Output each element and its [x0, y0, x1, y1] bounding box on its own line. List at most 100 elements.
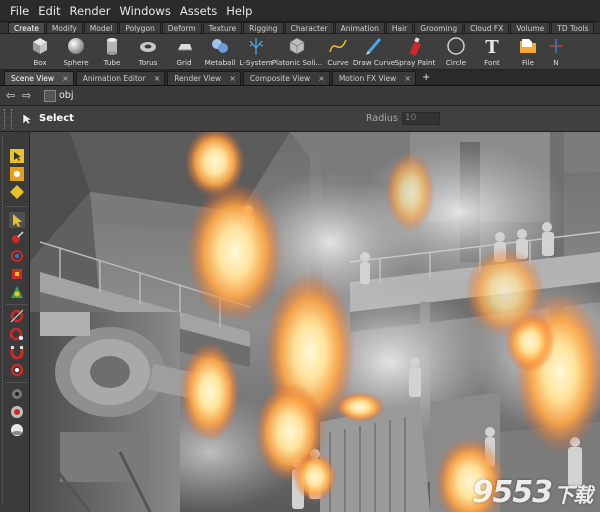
transform-handle-icon[interactable] — [9, 284, 25, 300]
snap-point-icon[interactable] — [9, 326, 25, 342]
snap-grid-icon[interactable] — [9, 308, 25, 324]
path-bar: ⇦ ⇨ obj — [0, 86, 600, 106]
box-icon — [33, 38, 47, 54]
tool-metaball[interactable]: Metaball — [202, 34, 238, 70]
translate-handle-icon[interactable] — [9, 230, 25, 246]
tool-label: File — [521, 58, 535, 67]
radius-label: Radius — [366, 113, 398, 124]
toolbar-grip[interactable] — [4, 108, 12, 129]
move-mode-icon[interactable] — [9, 166, 25, 182]
arrow-cursor-icon — [22, 113, 33, 125]
tool-torus[interactable]: Torus — [130, 34, 166, 70]
toolbar-divider — [5, 382, 27, 383]
scene-viewport[interactable]: 9553 下载 — [30, 132, 600, 512]
back-arrow-icon[interactable]: ⇦ — [6, 89, 18, 102]
shelf-tab-td-tools[interactable]: TD Tools — [551, 22, 595, 33]
tool-grid[interactable]: Grid — [166, 34, 202, 70]
shelf-tab-create[interactable]: Create — [8, 22, 45, 33]
toolbar-divider — [5, 304, 27, 305]
tool-font[interactable]: T Font — [474, 34, 510, 70]
shelf-tab-bar: Create Modify Model Polygon Deform Textu… — [0, 22, 600, 34]
menu-file[interactable]: File — [10, 4, 29, 18]
tool-platonic-solids[interactable]: Platonic Soli... — [271, 34, 323, 70]
tool-label: Platonic Soli... — [271, 58, 323, 67]
scale-handle-icon[interactable] — [9, 266, 25, 282]
font-icon: T — [485, 37, 499, 57]
tool-tube[interactable]: Tube — [94, 34, 130, 70]
shelf-tab-cloud-fx[interactable]: Cloud FX — [464, 22, 510, 33]
close-icon[interactable]: × — [404, 74, 411, 83]
shelf-tab-grooming[interactable]: Grooming — [414, 22, 464, 33]
pose-mode-icon[interactable] — [9, 184, 25, 200]
watermark-logo: 9553 下载 — [473, 475, 594, 510]
sphere-icon — [68, 38, 84, 54]
tab-animation-editor[interactable]: Animation Editor × — [75, 71, 166, 85]
close-icon[interactable]: × — [154, 74, 161, 83]
shelf-tab-modify[interactable]: Modify — [45, 22, 83, 33]
tool-label: N — [553, 58, 559, 67]
tool-l-system[interactable]: L-System — [238, 34, 274, 70]
menu-render[interactable]: Render — [70, 4, 111, 18]
tool-label: Spray Paint — [394, 58, 436, 67]
network-icon — [44, 89, 56, 102]
shelf-tab-volume[interactable]: Volume — [510, 22, 551, 33]
tool-box[interactable]: Box — [22, 34, 58, 70]
tool-circle[interactable]: Circle — [438, 34, 474, 70]
light-icon[interactable] — [9, 404, 25, 420]
shelf-tab-model[interactable]: Model — [83, 22, 119, 33]
tool-spray-paint[interactable]: Spray Paint — [392, 34, 438, 70]
close-icon[interactable]: × — [318, 74, 325, 83]
left-toolbar — [0, 132, 30, 512]
menu-assets[interactable]: Assets — [180, 4, 217, 18]
tab-scene-view[interactable]: Scene View × — [4, 71, 74, 85]
tool-label: L-System — [239, 58, 273, 67]
close-icon[interactable]: × — [229, 74, 236, 83]
radius-field[interactable]: 10 — [401, 112, 440, 125]
toolbar-divider — [5, 206, 27, 207]
tool-label: Draw Curve — [352, 58, 396, 67]
tool-curve[interactable]: Curve — [320, 34, 356, 70]
shelf-tab-animation[interactable]: Animation — [334, 22, 385, 33]
tab-motion-fx-view[interactable]: Motion FX View × — [331, 71, 416, 85]
shelf-tab-texture[interactable]: Texture — [202, 22, 243, 33]
tool-label: Torus — [138, 58, 158, 67]
menu-help[interactable]: Help — [226, 4, 252, 18]
camera-icon[interactable] — [9, 386, 25, 402]
tool-draw-curve[interactable]: Draw Curve — [352, 34, 396, 70]
radius-control: Radius 10 — [366, 112, 440, 125]
menu-edit[interactable]: Edit — [38, 4, 60, 18]
tab-label: Scene View — [11, 74, 55, 83]
add-pane-tab-button[interactable]: + — [422, 71, 430, 85]
select-arrow-icon[interactable] — [9, 212, 25, 228]
lsystem-icon — [249, 38, 264, 55]
menu-bar: File Edit Render Windows Assets Help — [0, 0, 600, 22]
spray-paint-icon — [409, 37, 421, 56]
shelf-tab-character[interactable]: Character — [284, 22, 334, 33]
magnet-icon[interactable] — [9, 344, 25, 360]
shelf-tab-deform[interactable]: Deform — [161, 22, 202, 33]
render-sphere-icon[interactable] — [9, 422, 25, 438]
snap-curve-icon[interactable] — [9, 362, 25, 378]
tab-render-view[interactable]: Render View × — [167, 71, 241, 85]
tool-null[interactable]: N — [546, 34, 566, 70]
menu-windows[interactable]: Windows — [119, 4, 170, 18]
shelf-tab-polygon[interactable]: Polygon — [119, 22, 161, 33]
torus-icon — [140, 42, 156, 52]
shelf-tab-hair[interactable]: Hair — [385, 22, 414, 33]
tab-composite-view[interactable]: Composite View × — [242, 71, 330, 85]
shelf-tab-rigging[interactable]: Rigging — [243, 22, 284, 33]
curve-icon — [329, 39, 347, 53]
tool-sphere[interactable]: Sphere — [58, 34, 94, 70]
draw-curve-icon — [366, 38, 382, 55]
rotate-handle-icon[interactable] — [9, 248, 25, 264]
tool-label: Sphere — [63, 58, 89, 67]
tool-label: Curve — [327, 58, 349, 67]
tool-label: Tube — [103, 58, 121, 67]
tab-label: Render View — [174, 74, 222, 83]
file-icon — [520, 39, 536, 53]
select-mode-icon[interactable] — [9, 148, 25, 164]
forward-arrow-icon[interactable]: ⇨ — [22, 89, 34, 102]
path-breadcrumb[interactable]: obj — [44, 89, 73, 102]
tool-file[interactable]: File — [510, 34, 546, 70]
close-icon[interactable]: × — [62, 74, 69, 83]
